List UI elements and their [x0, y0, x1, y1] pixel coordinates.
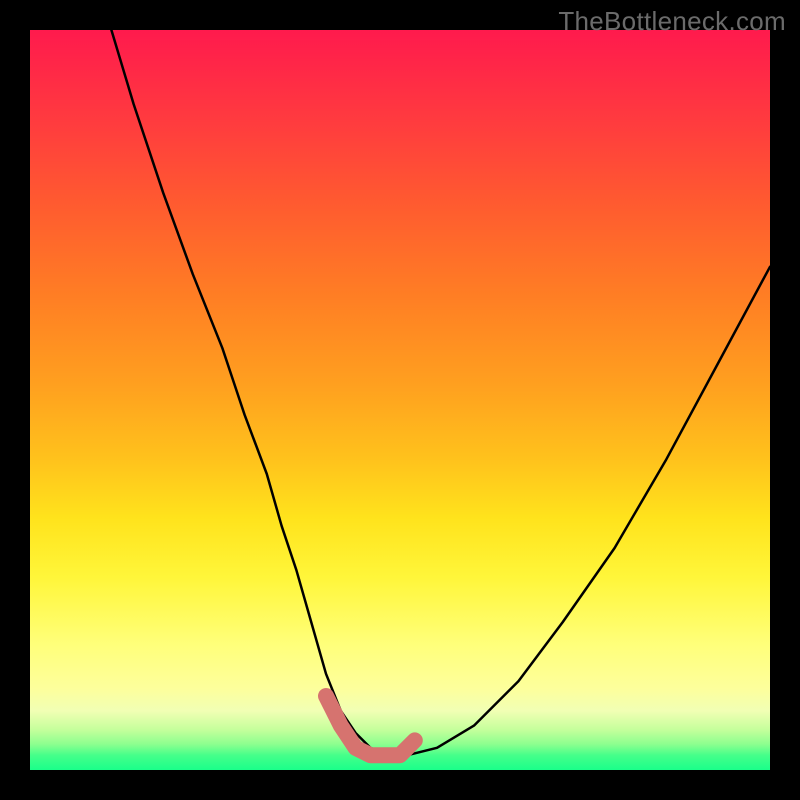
- curve-layer: [30, 30, 770, 770]
- plot-area: [30, 30, 770, 770]
- bottom-highlight: [326, 696, 415, 755]
- watermark-text: TheBottleneck.com: [558, 6, 786, 37]
- bottleneck-curve: [111, 30, 770, 755]
- chart-frame: TheBottleneck.com: [0, 0, 800, 800]
